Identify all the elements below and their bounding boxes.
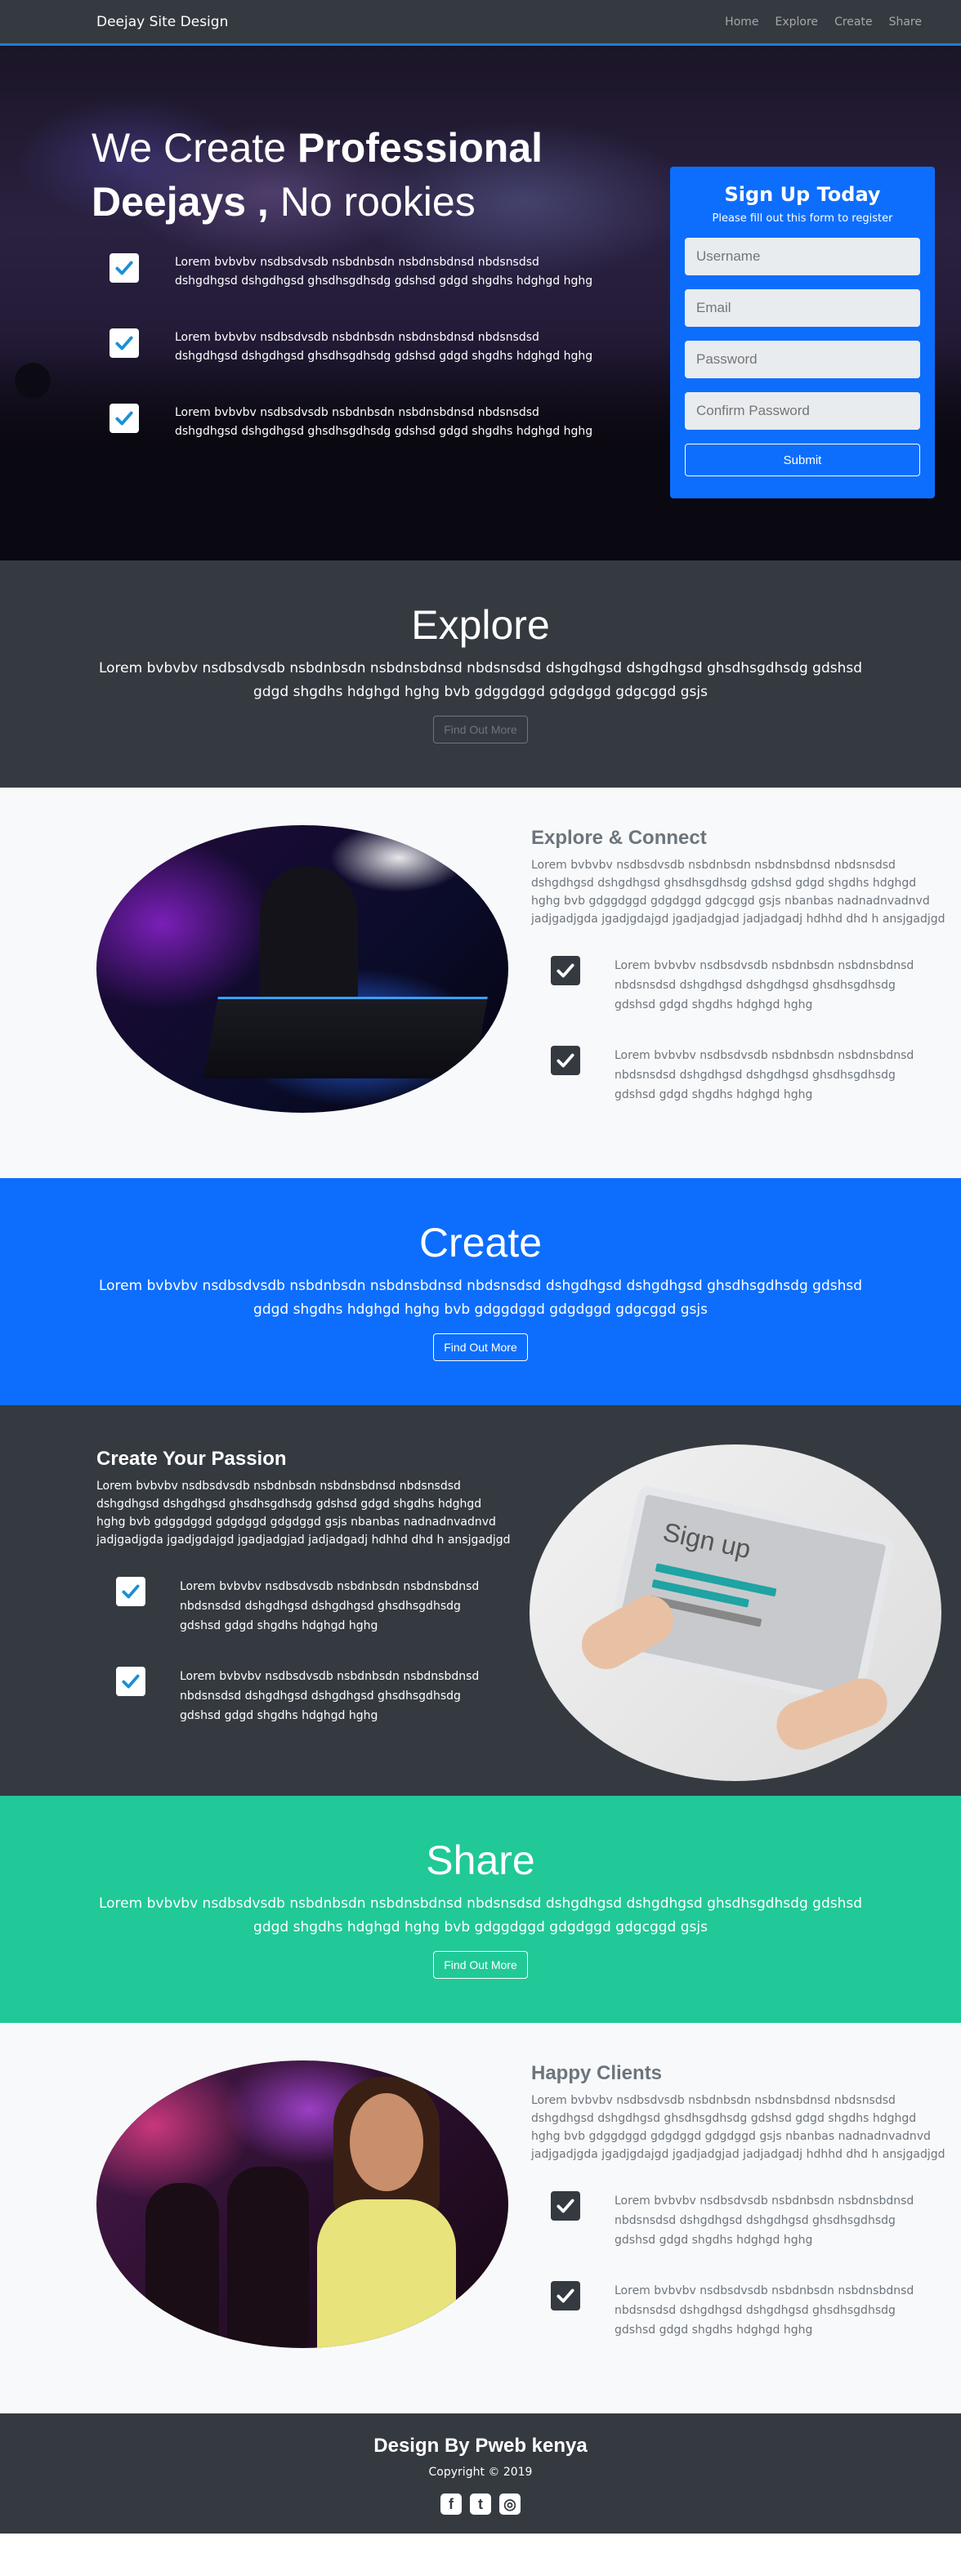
create-passion-text: Create Your Passion Lorem bvbvbv nsdbsdv… xyxy=(96,1448,513,1726)
feature-text: Lorem bvbvbv nsdbsdvsdb nsbdnbsdn nsbdns… xyxy=(180,1580,480,1632)
check-icon xyxy=(551,1046,580,1075)
dj-image xyxy=(96,825,508,1113)
footer-title: Design By Pweb kenya xyxy=(373,2435,588,2457)
hero-title-part: No rookies xyxy=(268,179,476,225)
nav-explore[interactable]: Explore xyxy=(776,16,819,29)
nav-share[interactable]: Share xyxy=(889,16,922,29)
hero-title-part: We Create xyxy=(92,125,297,171)
check-icon xyxy=(551,2281,580,2310)
share-text: Lorem bvbvbv nsdbsdvsdb nsbdnbsdn nsbdns… xyxy=(98,1895,863,1935)
create-find-out-more-button[interactable]: Find Out More xyxy=(433,1333,528,1361)
happy-clients-text: Happy Clients Lorem bvbvbv nsdbsdvsdb ns… xyxy=(531,2062,948,2340)
dj-scene xyxy=(96,825,508,1113)
nav-create[interactable]: Create xyxy=(834,16,873,29)
nav-home[interactable]: Home xyxy=(725,16,758,29)
brand-link[interactable]: Deejay Site Design xyxy=(96,14,228,30)
password-input[interactable] xyxy=(685,341,920,378)
footer-copyright: Copyright © 2019 xyxy=(428,2466,533,2479)
explore-heading: Explore xyxy=(411,602,550,648)
party-image xyxy=(96,2060,508,2348)
check-icon xyxy=(110,253,139,283)
create-passion-feature: Lorem bvbvbv nsdbsdvsdb nsbdnbsdn nsbdns… xyxy=(96,1667,513,1726)
explore-text: Lorem bvbvbv nsdbsdvsdb nsbdnbsdn nsbdns… xyxy=(98,660,863,700)
signup-subtitle: Please fill out this form to register xyxy=(712,212,893,225)
hero-feature-text: Lorem bvbvbv nsdbsdvsdb nsbdnbsdn nsbdns… xyxy=(175,406,593,438)
hero-title-bold: Deejays , xyxy=(92,179,269,225)
feature-text: Lorem bvbvbv nsdbsdvsdb nsbdnbsdn nsbdns… xyxy=(615,2284,914,2337)
social-links: f t ◎ xyxy=(0,2493,961,2515)
hero-title-bold: Professional xyxy=(297,125,543,171)
check-icon xyxy=(551,956,580,985)
hero-title: We Create Professional Deejays , No rook… xyxy=(92,121,598,229)
create-section: Create Lorem bvbvbv nsdbsdvsdb nsbdnbsdn… xyxy=(0,1178,961,1405)
happy-clients-feature: Lorem bvbvbv nsdbsdvsdb nsbdnbsdn nsbdns… xyxy=(531,2281,948,2340)
navbar: Deejay Site Design Home Explore Create S… xyxy=(0,0,961,46)
email-input[interactable] xyxy=(685,289,920,327)
share-heading: Share xyxy=(426,1837,535,1883)
explore-connect-section: Explore & Connect Lorem bvbvbv nsdbsdvsd… xyxy=(0,788,961,1178)
username-input[interactable] xyxy=(685,238,920,275)
explore-find-out-more-button[interactable]: Find Out More xyxy=(433,716,528,743)
happy-clients-heading: Happy Clients xyxy=(531,2062,663,2084)
signup-title: Sign Up Today xyxy=(724,183,881,206)
signup-card: Sign Up Today Please fill out this form … xyxy=(670,167,935,498)
hero-section: We Create Professional Deejays , No rook… xyxy=(0,46,961,560)
create-passion-feature: Lorem bvbvbv nsdbsdvsdb nsbdnbsdn nsbdns… xyxy=(96,1577,513,1636)
happy-clients-desc: Lorem bvbvbv nsdbsdvsdb nsbdnbsdn nsbdns… xyxy=(531,2094,945,2161)
facebook-icon[interactable]: f xyxy=(440,2493,462,2515)
dj-deck xyxy=(203,997,488,1078)
share-find-out-more-button[interactable]: Find Out More xyxy=(433,1951,528,1979)
party-scene xyxy=(96,2060,508,2348)
dancer-figure xyxy=(227,2167,309,2346)
explore-connect-feature: Lorem bvbvbv nsdbsdvsdb nsbdnbsdn nsbdns… xyxy=(531,956,948,1015)
explore-connect-feature: Lorem bvbvbv nsdbsdvsdb nsbdnbsdn nsbdns… xyxy=(531,1046,948,1105)
hero-feature-text: Lorem bvbvbv nsdbsdvsdb nsbdnbsdn nsbdns… xyxy=(175,256,593,288)
explore-section: Explore Lorem bvbvbv nsdbsdvsdb nsbdnbsd… xyxy=(0,560,961,788)
explore-connect-heading: Explore & Connect xyxy=(531,827,707,849)
tablet-image: Sign up xyxy=(530,1444,941,1781)
check-icon xyxy=(116,1667,145,1696)
girl-face xyxy=(350,2093,423,2191)
create-heading: Create xyxy=(418,1220,543,1266)
feature-text: Lorem bvbvbv nsdbsdvsdb nsbdnbsdn nsbdns… xyxy=(615,1049,914,1101)
hero-feature-text: Lorem bvbvbv nsdbsdvsdb nsbdnbsdn nsbdns… xyxy=(175,331,593,363)
happy-clients-section: Happy Clients Lorem bvbvbv nsdbsdvsdb ns… xyxy=(0,2023,961,2413)
check-icon xyxy=(116,1577,145,1606)
check-icon xyxy=(110,328,139,358)
hero-content: We Create Professional Deejays , No rook… xyxy=(92,121,598,441)
share-section: Share Lorem bvbvbv nsdbsdvsdb nsbdnbsdn … xyxy=(0,1796,961,2023)
create-passion-section: Create Your Passion Lorem bvbvbv nsdbsdv… xyxy=(0,1405,961,1796)
nav-links: Home Explore Create Share xyxy=(725,16,922,29)
twitter-icon[interactable]: t xyxy=(470,2493,491,2515)
happy-clients-feature: Lorem bvbvbv nsdbsdvsdb nsbdnbsdn nsbdns… xyxy=(531,2191,948,2250)
hero-feature: Lorem bvbvbv nsdbsdvsdb nsbdnbsdn nsbdns… xyxy=(92,253,598,291)
girl-body xyxy=(317,2199,456,2348)
create-passion-desc: Lorem bvbvbv nsdbsdvsdb nsbdnbsdn nsbdns… xyxy=(96,1480,511,1547)
hero-feature: Lorem bvbvbv nsdbsdvsdb nsbdnbsdn nsbdns… xyxy=(92,328,598,366)
submit-button[interactable]: Submit xyxy=(685,444,920,476)
footer: Design By Pweb kenya Copyright © 2019 f … xyxy=(0,2413,961,2534)
feature-text: Lorem bvbvbv nsdbsdvsdb nsbdnbsdn nsbdns… xyxy=(615,959,914,1011)
explore-connect-text: Explore & Connect Lorem bvbvbv nsdbsdvsd… xyxy=(531,827,948,1105)
tablet-signup-text: Sign up xyxy=(660,1516,753,1565)
hero-feature: Lorem bvbvbv nsdbsdvsdb nsbdnbsdn nsbdns… xyxy=(92,404,598,441)
create-text: Lorem bvbvbv nsdbsdvsdb nsbdnbsdn nsbdns… xyxy=(98,1278,863,1318)
feature-text: Lorem bvbvbv nsdbsdvsdb nsbdnbsdn nsbdns… xyxy=(180,1670,480,1722)
check-icon xyxy=(551,2191,580,2221)
confirm-password-input[interactable] xyxy=(685,392,920,430)
check-icon xyxy=(110,404,139,433)
explore-connect-desc: Lorem bvbvbv nsdbsdvsdb nsbdnbsdn nsbdns… xyxy=(531,859,945,926)
tablet-scene: Sign up xyxy=(530,1444,941,1781)
dancer-figure xyxy=(145,2183,219,2346)
instagram-icon[interactable]: ◎ xyxy=(499,2493,521,2515)
feature-text: Lorem bvbvbv nsdbsdvsdb nsbdnbsdn nsbdns… xyxy=(615,2194,914,2247)
create-passion-heading: Create Your Passion xyxy=(96,1448,287,1470)
